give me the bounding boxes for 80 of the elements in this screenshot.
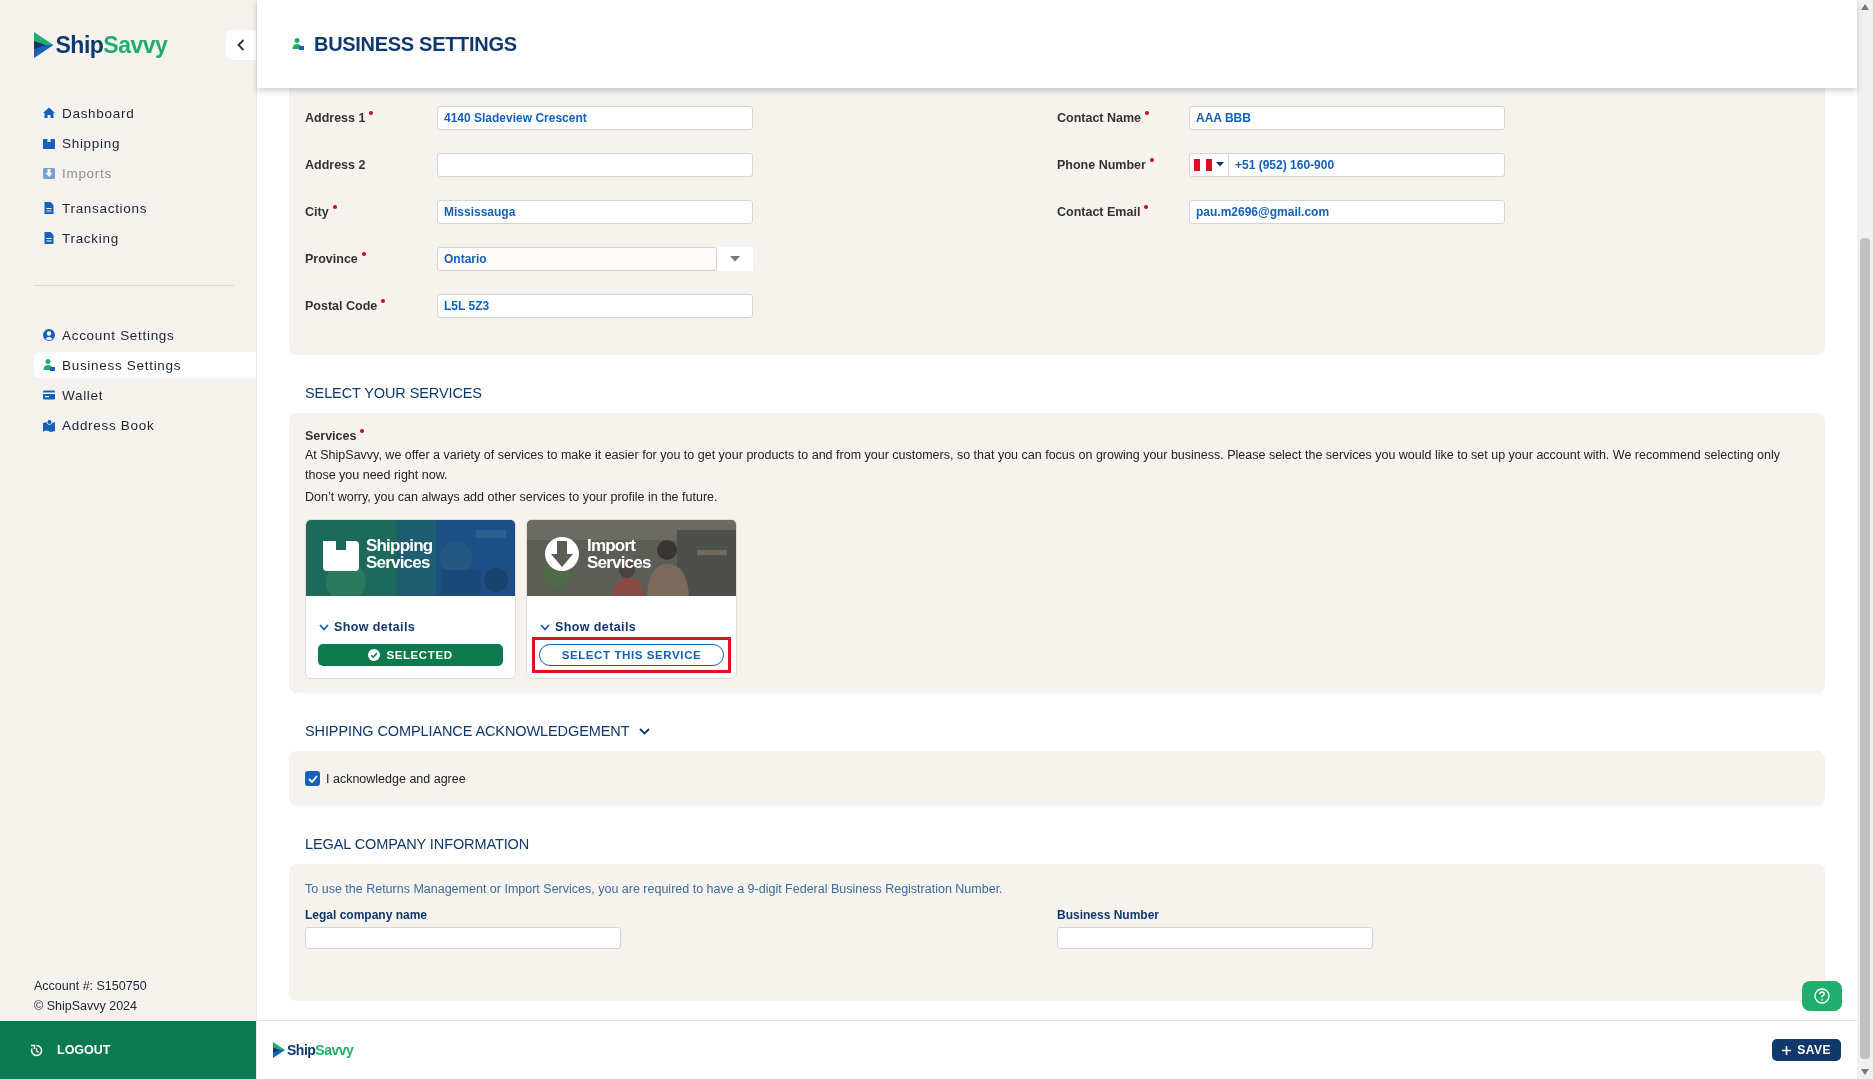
page-title: BUSINESS SETTINGS bbox=[314, 32, 517, 56]
input-field[interactable]: AAA BBB bbox=[1189, 105, 1505, 130]
sidebar-item[interactable]: Business Settings bbox=[34, 352, 256, 378]
sidebar-item[interactable]: Shipping bbox=[34, 130, 256, 156]
section-heading: LEGAL COMPANY INFORMATION bbox=[305, 836, 530, 852]
field-label: City bbox=[305, 204, 329, 219]
service-title: Shipping Services bbox=[366, 537, 434, 571]
field-label: Services bbox=[305, 429, 357, 443]
input-field[interactable]: 4140 Sladeview Crescent bbox=[437, 105, 753, 130]
help-icon bbox=[1814, 988, 1830, 1004]
logo-icon bbox=[34, 32, 54, 58]
plus-icon bbox=[1782, 1045, 1792, 1055]
caret-down-icon bbox=[1216, 162, 1224, 167]
sidebar-item[interactable]: Wallet bbox=[34, 382, 256, 408]
help-button[interactable] bbox=[1802, 981, 1842, 1011]
phone-field[interactable]: +51 (952) 160-900 bbox=[1189, 152, 1505, 177]
map-icon bbox=[42, 418, 56, 432]
box-icon bbox=[42, 166, 56, 180]
section-heading: SELECT YOUR SERVICES bbox=[305, 385, 482, 401]
save-button[interactable]: SAVE bbox=[1772, 1039, 1841, 1061]
field-label: Address 1 bbox=[305, 110, 366, 125]
checkbox-label: I acknowledge and agree bbox=[326, 771, 466, 786]
field-label: Contact Email bbox=[1057, 204, 1141, 219]
input-field[interactable] bbox=[1057, 927, 1373, 949]
download-icon bbox=[543, 536, 581, 572]
home-icon bbox=[42, 106, 56, 120]
selected-button[interactable]: SELECTED bbox=[318, 644, 503, 666]
caret-up-icon bbox=[1861, 4, 1869, 10]
description-text: Don’t worry, you can always add other services to your profile in the future. bbox=[305, 489, 719, 506]
sidebar-item[interactable]: Transactions bbox=[34, 195, 256, 221]
caret-down-icon bbox=[1861, 1069, 1869, 1075]
card-icon bbox=[42, 388, 56, 402]
checkbox[interactable] bbox=[305, 771, 320, 786]
copyright-text: © ShipSavvy 2024 bbox=[34, 999, 139, 1013]
field-label: Business Number bbox=[1057, 908, 1161, 922]
box-icon bbox=[42, 136, 56, 150]
document-icon bbox=[42, 231, 56, 245]
check-circle-icon bbox=[368, 649, 381, 661]
sidebar-item[interactable]: Account Settings bbox=[34, 322, 256, 348]
sidebar-item[interactable]: Address Book bbox=[34, 412, 256, 438]
field-label: Phone Number bbox=[1057, 157, 1146, 172]
scrollbar[interactable] bbox=[1857, 0, 1873, 1079]
person-icon bbox=[42, 358, 56, 372]
field-label: Contact Name bbox=[1057, 110, 1142, 125]
document-icon bbox=[42, 201, 56, 215]
input-field[interactable]: L5L 5Z3 bbox=[437, 293, 753, 318]
field-label: Postal Code bbox=[305, 298, 378, 313]
info-text: To use the Returns Management or Import Services, you are required to have a 9-digit Federal Business Registration Number. bbox=[305, 882, 1004, 896]
chevron-down-icon bbox=[319, 623, 329, 631]
show-details-link[interactable]: Show details bbox=[319, 620, 416, 634]
logout-button[interactable]: LOGOUT bbox=[0, 1021, 256, 1079]
field-label: Legal company name bbox=[305, 908, 429, 922]
field-label: Province bbox=[305, 251, 358, 266]
field-label: Address 2 bbox=[305, 157, 366, 172]
sidebar-item[interactable]: Tracking bbox=[34, 225, 256, 251]
logout-icon bbox=[30, 1043, 43, 1057]
chevron-left-icon bbox=[237, 39, 245, 51]
section-heading: SHIPPING COMPLIANCE ACKNOWLEDGEMENT bbox=[305, 723, 630, 739]
description-text: At ShipSavvy, we offer a variety of services to make it easier for you to get your products to and from your customers, so that you can focus on growing your business. Please select the services you would like to set up your account with. We recommend selecting only those you need right now. bbox=[305, 447, 1782, 484]
logo-icon bbox=[273, 1042, 285, 1058]
person-icon bbox=[291, 37, 306, 51]
caret-down-icon bbox=[730, 255, 740, 262]
user-icon bbox=[42, 328, 56, 342]
input-field[interactable]: Mississauga bbox=[437, 199, 753, 224]
input-field[interactable] bbox=[305, 927, 621, 949]
account-number: Account #: S150750 bbox=[34, 979, 148, 993]
sidebar-item[interactable]: Dashboard bbox=[34, 100, 256, 126]
chevron-down-icon bbox=[540, 623, 550, 631]
show-details-link[interactable]: Show details bbox=[540, 620, 637, 634]
check-icon bbox=[307, 774, 318, 783]
select-service-button[interactable]: SELECT THIS SERVICE bbox=[539, 644, 724, 666]
chevron-down-icon[interactable] bbox=[639, 725, 651, 737]
logo-wordmark: ShipSavvy bbox=[55, 31, 168, 59]
service-title: Import Services bbox=[587, 537, 652, 571]
flag-icon bbox=[1194, 158, 1212, 171]
input-field[interactable] bbox=[437, 152, 753, 177]
collapse-button[interactable] bbox=[226, 30, 256, 60]
logo-wordmark: ShipSavvy bbox=[287, 1042, 354, 1058]
scrollbar-thumb[interactable] bbox=[1860, 238, 1870, 1059]
input-field[interactable]: pau.m2696@gmail.com bbox=[1189, 199, 1505, 224]
